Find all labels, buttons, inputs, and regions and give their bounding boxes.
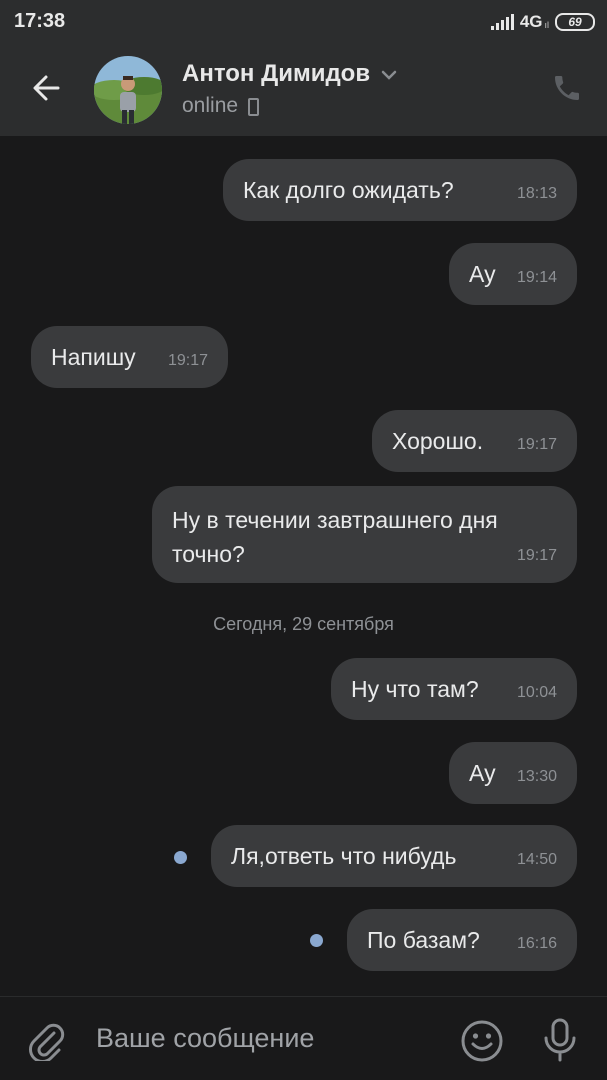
date-separator: Сегодня, 29 сентября xyxy=(213,614,394,634)
contact-name[interactable]: Антон Димидов xyxy=(182,60,398,88)
message-composer: Ваше сообщение xyxy=(0,996,607,1080)
message-time: 13:30 xyxy=(516,768,557,785)
status-time: 17:38 xyxy=(14,10,66,32)
message-text: Напишу xyxy=(51,344,136,370)
battery-icon: 69 xyxy=(555,13,595,31)
contact-name-text: Антон Димидов xyxy=(182,60,371,87)
message-time: 10:04 xyxy=(516,684,557,701)
message-text: По базам? xyxy=(367,927,480,953)
message-bubble-out[interactable]: Как долго ожидать? 18:13 xyxy=(223,159,577,221)
chevron-down-icon xyxy=(381,70,397,80)
online-status: online xyxy=(182,94,239,117)
message-time: 16:16 xyxy=(516,935,557,952)
message-list[interactable]: Как долго ожидать? 18:13 Ау 19:14 Напишу… xyxy=(0,136,607,996)
message-bubble-out[interactable]: Ну в течении завтрашнего дня точно? 19:1… xyxy=(152,486,577,583)
message-bubble-out[interactable]: Хорошо. 19:17 xyxy=(372,410,577,472)
message-bubble-in[interactable]: Напишу 19:17 xyxy=(31,326,228,388)
message-time: 19:17 xyxy=(516,436,557,453)
message-bubble-out[interactable]: Ау 19:14 xyxy=(449,243,577,305)
message-text: Как долго ожидать? xyxy=(243,177,454,203)
mobile-device-icon xyxy=(248,98,260,116)
back-button[interactable] xyxy=(28,68,68,108)
message-bubble-out[interactable]: По базам? 16:16 xyxy=(347,909,577,971)
message-bubble-out[interactable]: Ну что там? 10:04 xyxy=(331,658,577,720)
contact-status: online xyxy=(182,94,260,118)
message-bubble-out[interactable]: Ау 13:30 xyxy=(449,742,577,804)
arrow-left-icon xyxy=(33,75,60,101)
message-text: Ля,ответь что нибудь xyxy=(231,843,457,869)
message-time: 19:17 xyxy=(516,547,557,564)
message-text: Ну что там? xyxy=(351,676,479,702)
unread-indicator xyxy=(310,934,323,947)
message-text: Ау xyxy=(469,261,496,287)
message-time: 14:50 xyxy=(516,851,557,868)
microphone-icon xyxy=(544,1018,576,1062)
call-button[interactable] xyxy=(551,72,583,104)
chat-header: Антон Димидов online xyxy=(0,44,607,136)
signal-icon xyxy=(490,14,514,30)
avatar-image xyxy=(94,56,162,124)
message-time: 19:17 xyxy=(167,352,208,369)
smile-icon xyxy=(461,1020,503,1062)
paperclip-icon xyxy=(29,1023,65,1063)
message-time: 18:13 xyxy=(516,185,557,202)
message-input[interactable]: Ваше сообщение xyxy=(96,1023,314,1054)
attach-button[interactable] xyxy=(26,1019,66,1063)
message-text: Хорошо. xyxy=(392,428,484,454)
message-time: 19:14 xyxy=(516,269,557,286)
unread-indicator xyxy=(174,851,187,864)
network-activity: ıl xyxy=(544,20,550,30)
message-bubble-out[interactable]: Ля,ответь что нибудь 14:50 xyxy=(211,825,577,887)
network-type: 4G xyxy=(519,12,543,31)
status-indicators: 4G ıl 69 xyxy=(490,11,595,33)
emoji-button[interactable] xyxy=(460,1019,504,1063)
message-text: Ау xyxy=(469,760,496,786)
message-text: Ну в течении завтрашнего дня точно? xyxy=(172,507,498,567)
battery-level: 69 xyxy=(568,15,582,29)
mic-button[interactable] xyxy=(540,1017,580,1063)
avatar[interactable] xyxy=(94,56,162,124)
status-bar: 17:38 4G ıl 69 xyxy=(0,0,607,44)
phone-icon xyxy=(555,76,579,100)
